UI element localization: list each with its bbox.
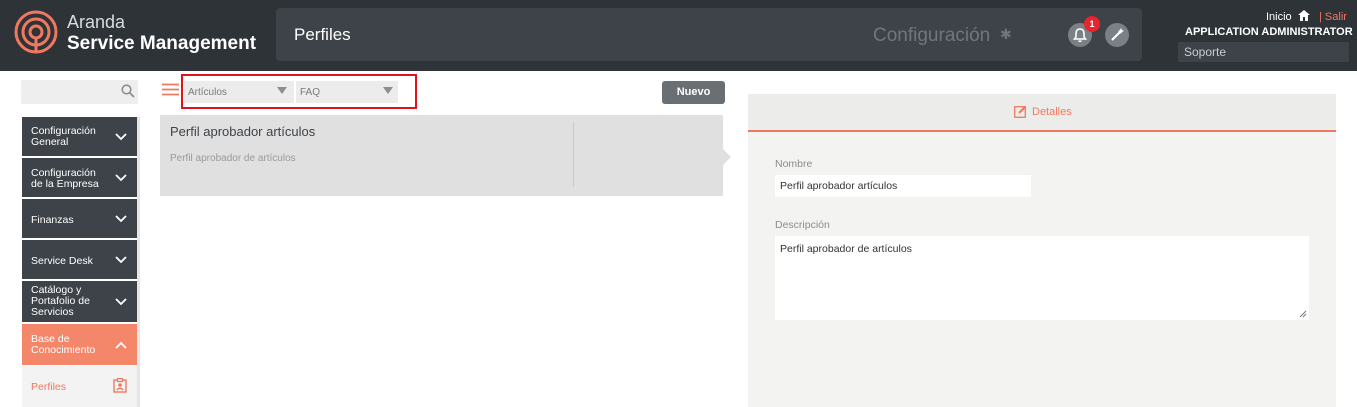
home-link[interactable]: Inicio bbox=[1266, 11, 1292, 23]
name-field[interactable]: Perfil aprobador artículos bbox=[775, 175, 1031, 197]
sidebar-item-label: Servicios bbox=[31, 306, 74, 318]
sidebar-item-label: General bbox=[31, 136, 69, 148]
list-item-divider bbox=[573, 123, 574, 187]
logout-link[interactable]: | Salir bbox=[1319, 11, 1347, 23]
sidebar-item-label: de la Empresa bbox=[31, 178, 99, 190]
chevron-down-icon bbox=[115, 256, 127, 264]
logout-label: Salir bbox=[1324, 11, 1347, 23]
chevron-up-icon bbox=[115, 341, 127, 349]
chevron-down-icon bbox=[115, 298, 127, 306]
description-label: Descripción bbox=[775, 219, 830, 231]
sidebar-item-base-conocimiento[interactable]: Base de Conocimiento bbox=[22, 324, 137, 365]
sidebar-item-label: Service Desk bbox=[31, 255, 93, 267]
resize-handle-icon[interactable] bbox=[1299, 310, 1307, 318]
configuration-link[interactable]: Configuración bbox=[873, 25, 990, 47]
hamburger-menu-icon[interactable] bbox=[162, 83, 179, 96]
gear-icon[interactable]: ✱ bbox=[1000, 26, 1012, 43]
aranda-logo-icon bbox=[14, 10, 58, 54]
description-value: Perfil aprobador de artículos bbox=[780, 243, 912, 255]
page-title: Perfiles bbox=[294, 25, 351, 44]
sidebar-item-service-desk[interactable]: Service Desk bbox=[22, 240, 137, 279]
sidebar-item-label: Conocimiento bbox=[31, 344, 96, 356]
list-item[interactable]: Perfil aprobador artículos Perfil aproba… bbox=[160, 115, 723, 196]
sidebar-menu: Configuración General Configuración de l… bbox=[22, 117, 137, 407]
list-item-title: Perfil aprobador artículos bbox=[170, 124, 316, 139]
details-panel: Detalles Nombre Perfil aprobador artícul… bbox=[748, 94, 1336, 407]
sidebar-item-label: Finanzas bbox=[31, 214, 74, 226]
magic-wand-button[interactable] bbox=[1105, 23, 1129, 47]
top-header: Aranda Service Management Perfiles Confi… bbox=[0, 0, 1357, 71]
home-icon[interactable] bbox=[1298, 10, 1310, 21]
name-label: Nombre bbox=[775, 158, 813, 170]
sidebar-item-configuracion-general[interactable]: Configuración General bbox=[22, 117, 137, 156]
details-tabbar: Detalles bbox=[748, 94, 1336, 132]
chevron-down-icon bbox=[115, 133, 127, 141]
role-selector[interactable]: Soporte bbox=[1178, 42, 1349, 62]
tab-details-label: Detalles bbox=[1032, 106, 1072, 118]
sidebar-divider bbox=[137, 117, 140, 407]
description-textarea[interactable]: Perfil aprobador de artículos bbox=[775, 236, 1309, 320]
edit-icon bbox=[1014, 106, 1026, 118]
sidebar-item-catalogo[interactable]: Catálogo y Portafolio de Servicios bbox=[22, 281, 137, 322]
brand-product: Service Management bbox=[67, 33, 257, 54]
sidebar-subitem-perfiles[interactable]: Perfiles bbox=[22, 366, 137, 407]
notification-count-badge: 1 bbox=[1084, 16, 1100, 32]
page-title-bar: Perfiles Configuración ✱ 1 bbox=[276, 8, 1142, 61]
chevron-down-icon bbox=[115, 215, 127, 223]
profile-badge-icon bbox=[113, 378, 127, 393]
brand-name: Aranda bbox=[67, 12, 126, 32]
selected-item-pointer bbox=[723, 149, 731, 165]
list-item-description: Perfil aprobador de artículos bbox=[170, 153, 296, 164]
sidebar-subitem-label: Perfiles bbox=[31, 381, 67, 393]
user-name: APPLICATION ADMINISTRATOR bbox=[1185, 26, 1353, 38]
search-icon[interactable] bbox=[121, 84, 135, 98]
magic-wand-icon bbox=[1111, 28, 1124, 41]
chevron-down-icon bbox=[115, 174, 127, 182]
sidebar-item-finanzas[interactable]: Finanzas bbox=[22, 199, 137, 238]
filter-highlight-frame bbox=[181, 74, 417, 109]
new-button[interactable]: Nuevo bbox=[662, 81, 725, 104]
sidebar-item-configuracion-empresa[interactable]: Configuración de la Empresa bbox=[22, 158, 137, 197]
